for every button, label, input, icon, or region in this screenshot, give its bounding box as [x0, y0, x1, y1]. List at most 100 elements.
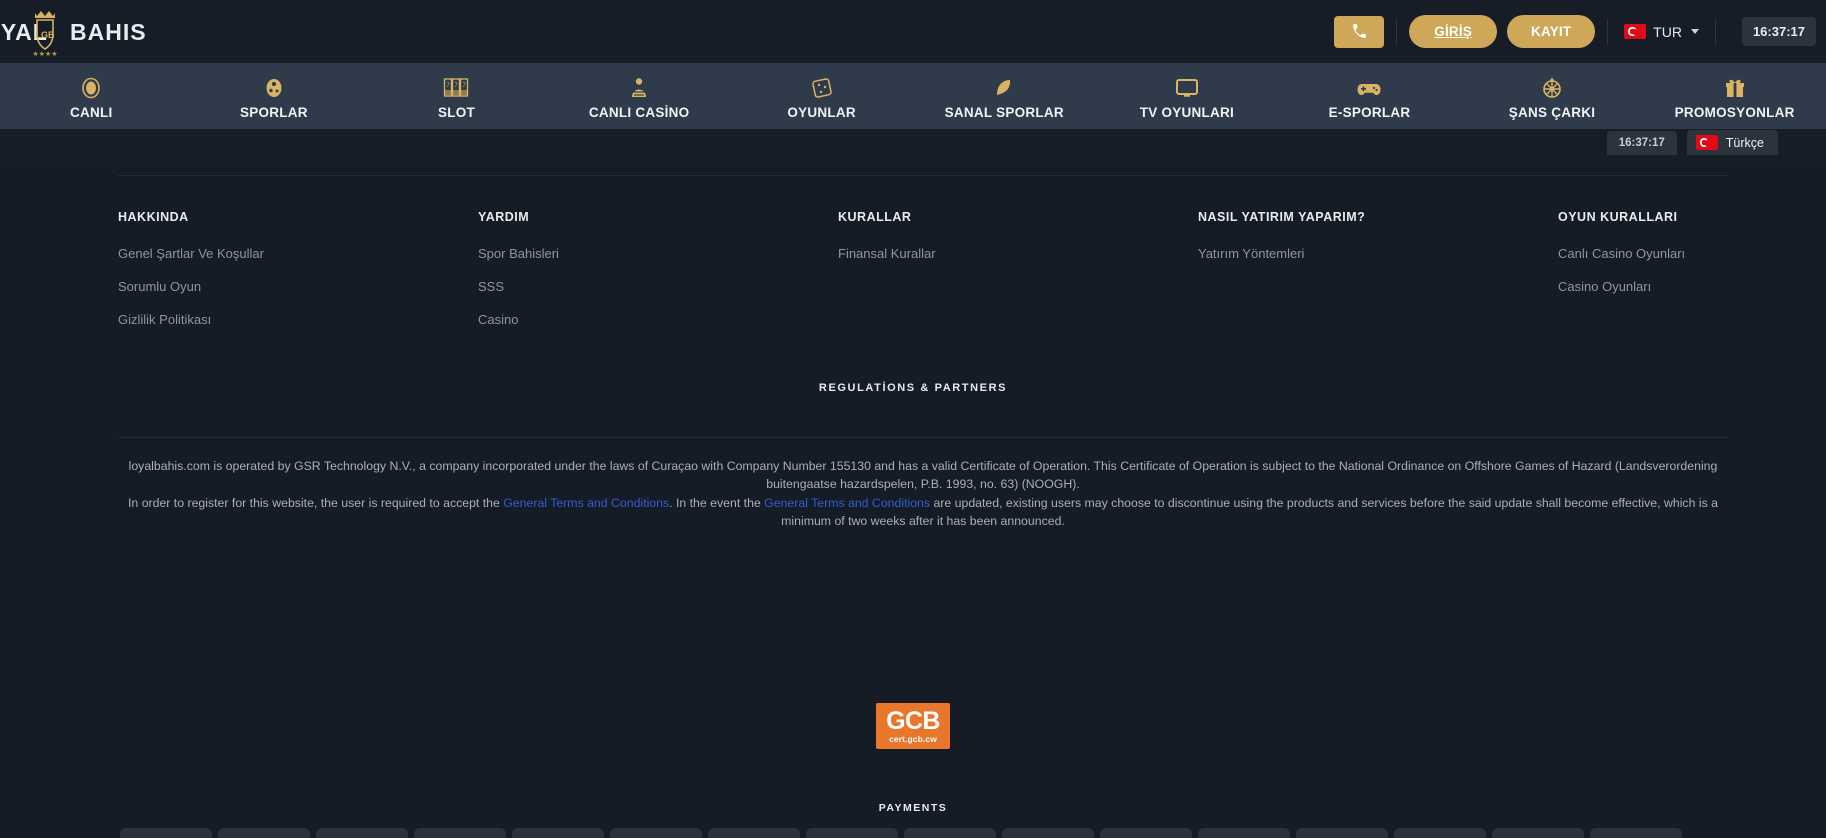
payment-method-card[interactable]: ANINDAKRİPTO: [512, 828, 604, 838]
footer-link[interactable]: Canlı Casino Oyunları: [1558, 246, 1728, 261]
secondary-clock: 16:37:17: [1606, 130, 1677, 155]
payment-method-card[interactable]: VVALEPAYSBanka: [1590, 828, 1682, 838]
nav-item-label: SPORLAR: [240, 105, 308, 120]
nav-item-sporlar[interactable]: SPORLAR: [183, 63, 366, 129]
footer-column-title: KURALLAR: [838, 210, 912, 224]
divider-mid: [118, 437, 1728, 438]
payment-method-card[interactable]: PPAYTURKAPAYFIX: [218, 828, 310, 838]
terms-link-1[interactable]: General Terms and Conditions: [503, 496, 669, 510]
live-circle-icon: [79, 76, 103, 100]
turkey-flag-icon: [1624, 24, 1647, 39]
nav-item-canli[interactable]: CANLI: [0, 63, 183, 129]
payment-method-card[interactable]: VALE PAYSpopypara: [708, 828, 800, 838]
footer-link[interactable]: Spor Bahisleri: [478, 246, 838, 261]
footer-column-oyun-kurallari: OYUN KURALLARI Canlı Casino Oyunları Casin…: [1558, 210, 1728, 345]
nav-item-label: SANAL SPORLAR: [944, 105, 1064, 120]
login-button[interactable]: GİRİŞ: [1409, 15, 1498, 48]
footer-column-title: NASIL YATIRIM YAPARIM?: [1198, 210, 1366, 224]
footer-column-kurallar: KURALLAR Finansal Kurallar: [838, 210, 1198, 345]
payment-method-card[interactable]: MMPAYPOPY: [806, 828, 898, 838]
secondary-language-selector[interactable]: Türkçe: [1686, 130, 1778, 155]
secondary-strip-inner: 16:37:17 Türkçe: [1606, 130, 1778, 155]
language-code: TUR: [1653, 23, 1682, 40]
phone-icon: [1352, 24, 1366, 38]
site-logo[interactable]: OYAL BAHIS LGB ★★★★: [0, 2, 148, 60]
footer-column-hakkinda: HAKKINDA Genel Şartlar Ve Koşullar Sorumlu…: [118, 210, 478, 345]
wheel-of-fortune-icon: [1540, 76, 1564, 100]
nav-item-oyunlar[interactable]: OYUNLAR: [730, 63, 913, 129]
payment-method-card[interactable]: PPAYOX MPAYXCÜZDAN: [414, 828, 506, 838]
nav-item-label: PROMOSYONLAR: [1674, 105, 1795, 120]
payments-carousel: PPAYTURKAPAYCO PPAYTURKAPAYFIX VVALEPAYSPA…: [120, 828, 1712, 838]
secondary-language-label: Türkçe: [1725, 135, 1764, 150]
language-selector[interactable]: TUR: [1620, 24, 1703, 40]
footer-link[interactable]: SSS: [478, 279, 838, 294]
payment-method-card[interactable]: MMPAYEFT: [1394, 828, 1486, 838]
croupier-icon: [627, 76, 651, 100]
svg-text:7: 7: [463, 83, 467, 89]
nav-item-label: CANLI CASİNO: [588, 105, 690, 120]
main-navigation: CANLI SPORLAR 7 7 7 SLOT CANLI CASİNO OYUNLAR SA…: [0, 63, 1826, 129]
phone-button[interactable]: [1334, 15, 1385, 48]
nav-item-label: SLOT: [437, 105, 475, 120]
regulations-heading: REGULATİONS & PARTNERS: [818, 382, 1008, 394]
divider-top: [118, 175, 1728, 176]
footer-column-title: YARDIM: [478, 210, 530, 224]
legal-text-block: loyalbahis.com is operated by GSR Techno…: [118, 457, 1728, 531]
payment-method-card[interactable]: PPAYOXHAVALE: [1198, 828, 1290, 838]
footer-link[interactable]: Genel Şartlar Ve Koşullar: [118, 246, 478, 261]
svg-text:7: 7: [455, 83, 459, 89]
header-divider-1: [1396, 18, 1398, 45]
nav-item-label: OYUNLAR: [787, 105, 856, 120]
footer-link[interactable]: Casino: [478, 312, 838, 327]
header-divider-2: [1607, 18, 1609, 45]
footer-link[interactable]: Gizlilik Politikası: [118, 312, 478, 327]
slot-machine-icon: 777: [443, 76, 469, 100]
chevron-down-icon: [1690, 29, 1699, 34]
footer-region: HAKKINDA Genel Şartlar Ve Koşullar Sorumlu…: [0, 165, 1826, 838]
payments-heading: PAYMENTS: [878, 802, 948, 814]
nav-item-slot[interactable]: 7 7 7 SLOT: [365, 63, 548, 129]
payment-method-card[interactable]: ANINDABANKA: [1492, 828, 1584, 838]
nav-item--ans-arki[interactable]: ŞANS ÇARKI: [1461, 63, 1644, 129]
svg-text:BAHIS: BAHIS: [70, 19, 147, 45]
top-header-bar: OYAL BAHIS LGB ★★★★ GİRİŞ KAYIT TUR 16:3…: [0, 0, 1826, 63]
svg-text:7: 7: [447, 83, 451, 89]
footer-link[interactable]: Sorumlu Oyun: [118, 279, 478, 294]
payment-method-card[interactable]: PPAYTURKAPAYCO: [120, 828, 212, 838]
turkey-flag-icon: [1695, 135, 1718, 150]
payment-method-card[interactable]: VVALEPAYSCRYPTO: [610, 828, 702, 838]
legal-p2-part1: In order to register for this website, t…: [128, 496, 504, 510]
footer-link[interactable]: Finansal Kurallar: [838, 246, 1198, 261]
footer-link[interactable]: Yatırım Yöntemleri: [1198, 246, 1558, 261]
register-button[interactable]: KAYIT: [1507, 15, 1596, 48]
payment-method-card[interactable]: VVALEPAYSPAROLA: [316, 828, 408, 838]
footer-link-columns: HAKKINDA Genel Şartlar Ve Koşullar Sorumlu…: [118, 210, 1728, 345]
logo-graphic: OYAL BAHIS LGB ★★★★: [0, 11, 147, 58]
payment-method-card[interactable]: JJETPAYXHAVALE: [1296, 828, 1388, 838]
payment-method-card[interactable]: VVALEPAYSParasula: [904, 828, 996, 838]
header-divider-3: [1714, 18, 1716, 45]
footer-column-title: HAKKINDA: [118, 210, 189, 224]
svg-text:LGB: LGB: [36, 30, 55, 40]
gcb-certificate-badge[interactable]: GCB cert.gcb.cw: [876, 703, 950, 749]
header-clock: 16:37:17: [1741, 17, 1816, 46]
footer-column-title: OYUN KURALLARI: [1558, 210, 1678, 224]
football-icon: [262, 76, 286, 100]
gcb-title: GCB: [886, 706, 940, 735]
footer-column-yardim: YARDIM Spor Bahisleri SSS Casino: [478, 210, 838, 345]
header-actions: GİRİŞ KAYIT TUR 16:37:17: [1334, 0, 1816, 63]
nav-item-promosyonlar[interactable]: PROMOSYONLAR: [1643, 63, 1826, 129]
nav-item-tv-oyunlari[interactable]: TV OYUNLARI: [1096, 63, 1279, 129]
footer-link[interactable]: Casino Oyunları: [1558, 279, 1728, 294]
nav-item-sanal-sporlar[interactable]: SANAL SPORLAR: [913, 63, 1096, 129]
gcb-subtitle: cert.gcb.cw: [889, 733, 937, 744]
payment-method-card[interactable]: ANINDAparasula: [1100, 828, 1192, 838]
nav-item-canli-casi-no[interactable]: CANLI CASİNO: [548, 63, 731, 129]
nav-item-e-sporlar[interactable]: E-SPORLAR: [1278, 63, 1461, 129]
nav-item-label: E-SPORLAR: [1328, 105, 1411, 120]
terms-link-2[interactable]: General Terms and Conditions: [764, 496, 930, 510]
payment-method-card[interactable]: MMPAYParasula: [1002, 828, 1094, 838]
gamepad-icon: [1356, 76, 1382, 100]
tv-icon: [1174, 76, 1200, 100]
